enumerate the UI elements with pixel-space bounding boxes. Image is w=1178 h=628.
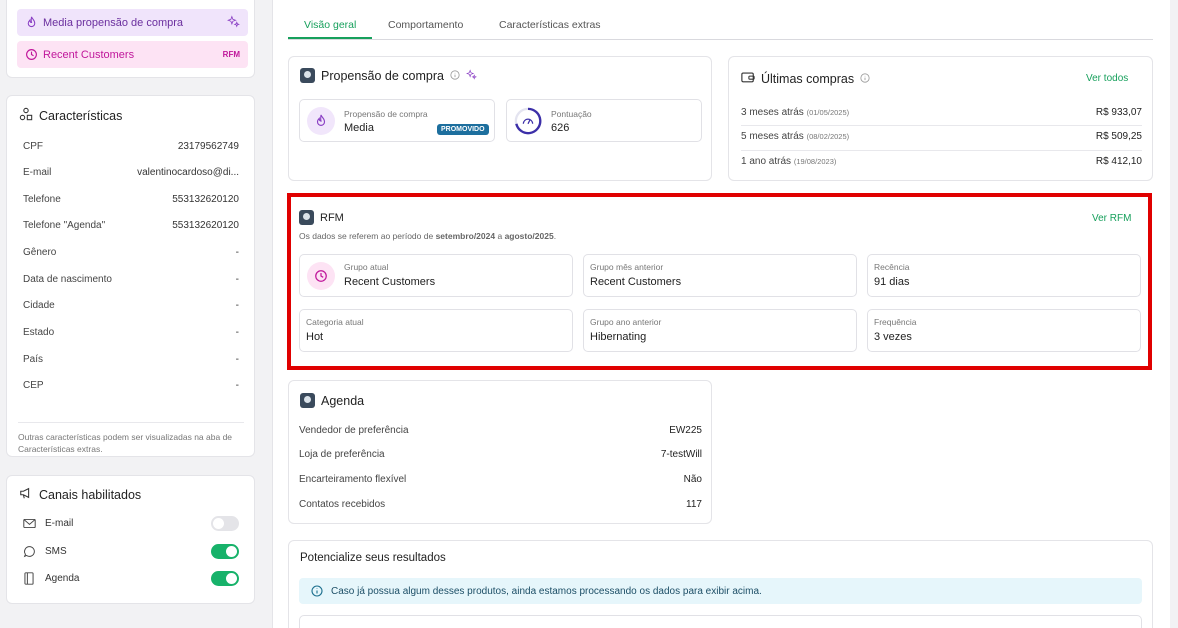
agenda-row: Encarteiramento flexível Não [299, 474, 702, 485]
pontuacao-label: Pontuação [551, 109, 592, 119]
shapes-icon [19, 107, 33, 124]
canais-title: Canais habilitados [19, 486, 141, 503]
channel-email: E-mail [23, 516, 239, 531]
propensao-card: Propensão de compra Propensão de compra … [288, 56, 712, 181]
rfm-frequencia: Frequência 3 vezes [867, 309, 1141, 352]
left-sidebar: Media propensão de compra Recent Custome… [0, 0, 270, 628]
ver-todos-link[interactable]: Ver todos [1086, 73, 1128, 84]
flame-icon [24, 16, 38, 30]
email-toggle[interactable] [211, 516, 239, 531]
flame-icon [307, 107, 335, 135]
tab-visao-geral[interactable]: Visão geral [304, 19, 356, 31]
rfm-recencia: Recência 91 dias [867, 254, 1141, 297]
channel-sms: SMS [23, 544, 239, 559]
megaphone-icon [19, 486, 33, 503]
ultimas-compras-card: Últimas compras Ver todos 3 meses atrás … [728, 56, 1153, 181]
clock-icon [24, 48, 38, 62]
tag-label: Recent Customers [43, 48, 135, 61]
canais-card: Canais habilitados E-mail SMS Agenda [6, 475, 255, 604]
rfm-card: RFM Ver RFM Os dados se referem ao perío… [291, 197, 1148, 366]
kv-row: Data de nascimento - [23, 274, 239, 285]
agenda-title: Agenda [300, 393, 364, 408]
promovido-badge: PROMOVIDO [437, 124, 489, 135]
wallet-icon [741, 71, 755, 86]
rfm-title: RFM [299, 210, 344, 225]
caracteristicas-title: Características [19, 107, 122, 124]
purchase-row: 1 ano atrás (19/08/2023) R$ 412,10 [741, 156, 1142, 167]
agenda-card: Agenda Vendedor de preferência EW225 Loja… [288, 380, 712, 524]
tag-propensao[interactable]: Media propensão de compra [17, 9, 248, 36]
kv-row: CPF 23179562749 [23, 141, 239, 152]
mail-icon [23, 518, 39, 529]
agenda-row: Loja de preferência 7-testWill [299, 449, 702, 460]
avatar-icon [300, 68, 315, 83]
pontuacao-box: Pontuação 626 [506, 99, 702, 142]
tags-card: Media propensão de compra Recent Custome… [6, 0, 255, 78]
tag-label: Media propensão de compra [43, 16, 184, 29]
agenda-toggle[interactable] [211, 571, 239, 586]
tab-caracteristicas-extras[interactable]: Características extras [499, 19, 601, 31]
info-icon[interactable] [860, 72, 870, 86]
kv-row: Cidade - [23, 300, 239, 311]
ultimas-compras-title: Últimas compras [741, 71, 870, 86]
kv-row: Gênero - [23, 247, 239, 258]
rfm-categoria-atual: Categoria atual Hot [299, 309, 573, 352]
kv-row: Telefone "Agenda" 553132620120 [23, 220, 239, 231]
info-icon[interactable] [450, 69, 460, 83]
sparkles-icon [466, 68, 477, 83]
avatar-icon [300, 393, 315, 408]
tag-rfm-text: RFM [222, 50, 240, 59]
channel-agenda: Agenda [23, 571, 239, 586]
avatar-icon [299, 210, 314, 225]
rfm-grupo-atual: Grupo atual Recent Customers [299, 254, 573, 297]
chat-bubble-icon [23, 545, 39, 558]
notebook-icon [23, 572, 39, 585]
propensao-label: Propensão de compra [344, 109, 428, 119]
tag-rfm-group[interactable]: Recent Customers RFM [17, 41, 248, 68]
propensao-box: Propensão de compra Media PROMOVIDO [299, 99, 495, 142]
ver-rfm-link[interactable]: Ver RFM [1092, 213, 1131, 224]
product-card [299, 615, 1142, 628]
propensao-title: Propensão de compra [300, 68, 477, 83]
sparkles-icon [227, 15, 240, 30]
agenda-row: Vendedor de preferência EW225 [299, 425, 702, 436]
propensao-value: Media [344, 122, 374, 134]
kv-row: CEP - [23, 380, 239, 391]
rfm-period-text: Os dados se referem ao período de setemb… [299, 231, 557, 241]
processing-info-banner: Caso já possua algum desses produtos, ai… [299, 578, 1142, 604]
purchase-row: 5 meses atrás (08/02/2025) R$ 509,25 [741, 131, 1142, 142]
pontuacao-value: 626 [551, 122, 570, 134]
caracteristicas-card: Características CPF 23179562749 E-mail val… [6, 95, 255, 457]
tab-bar: Visão geral Comportamento Característica… [288, 12, 1153, 40]
active-tab-indicator [288, 37, 372, 39]
kv-row: Telefone 553132620120 [23, 194, 239, 205]
rfm-grupo-mes-anterior: Grupo mês anterior Recent Customers [583, 254, 857, 297]
purchase-row: 3 meses atrás (01/05/2025) R$ 933,07 [741, 107, 1142, 118]
sms-toggle[interactable] [211, 544, 239, 559]
tab-comportamento[interactable]: Comportamento [388, 19, 463, 31]
gauge-icon [514, 107, 542, 135]
kv-row: País - [23, 354, 239, 365]
info-icon [311, 585, 323, 597]
kv-row: Estado - [23, 327, 239, 338]
caracteristicas-note: Outras características podem ser visuali… [18, 422, 244, 455]
potencialize-card: Potencialize seus resultados Caso já pos… [288, 540, 1153, 628]
agenda-row: Contatos recebidos 117 [299, 499, 702, 510]
page-edge [1170, 0, 1178, 628]
clock-icon [307, 262, 335, 290]
kv-row: E-mail valentinocardoso@di... [23, 167, 239, 178]
rfm-grupo-ano-anterior: Grupo ano anterior Hibernating [583, 309, 857, 352]
potencialize-title: Potencialize seus resultados [300, 552, 446, 564]
